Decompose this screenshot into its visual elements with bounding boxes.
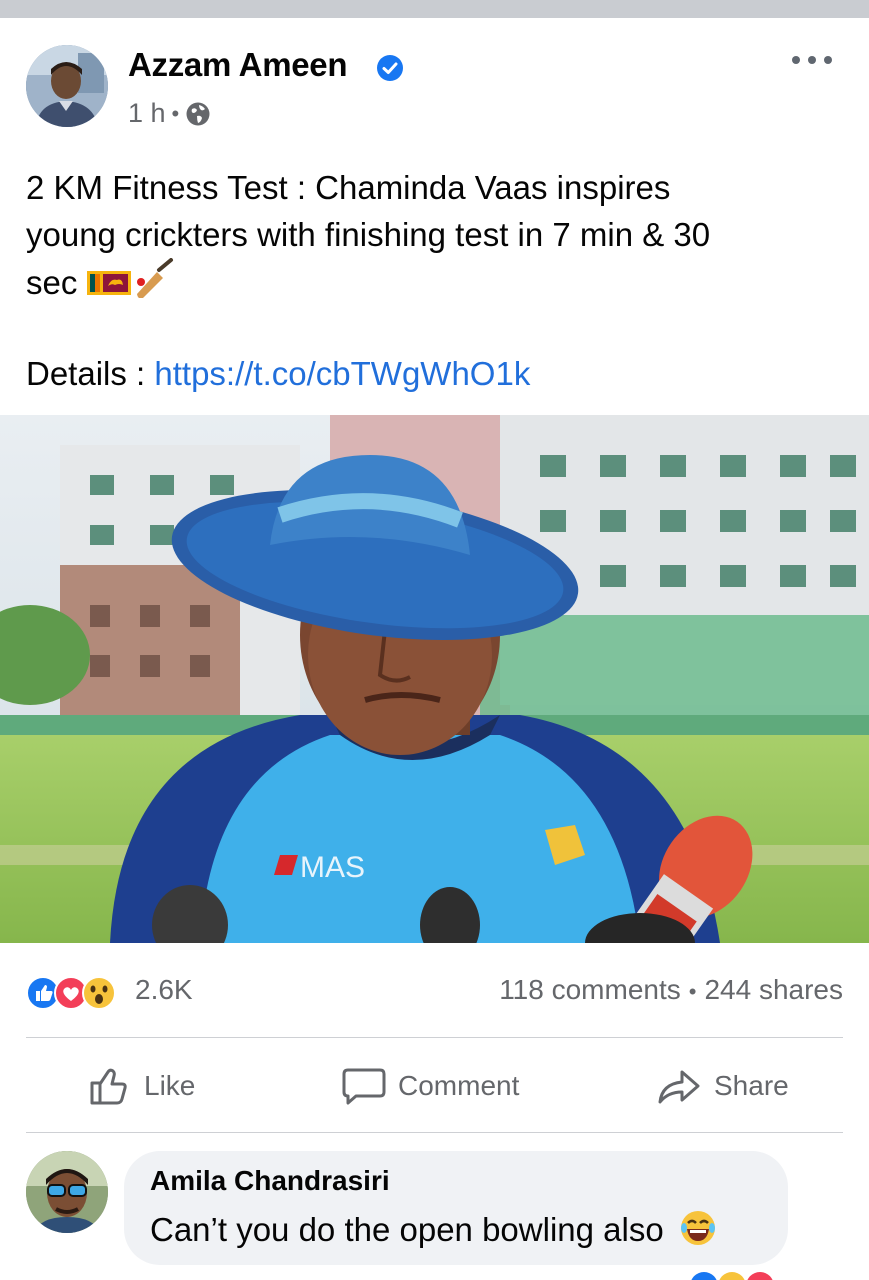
- divider-top: [26, 1037, 843, 1038]
- author-name[interactable]: Azzam Ameen: [128, 46, 348, 84]
- share-count[interactable]: 244 shares: [704, 974, 843, 1005]
- share-icon: [658, 1070, 700, 1104]
- comment-reaction-icons[interactable]: [688, 1270, 788, 1280]
- comment-bubble[interactable]: Amila Chandrasiri Can’t you do the open …: [124, 1151, 788, 1265]
- comment-text-body: Can’t you do the open bowling also: [150, 1211, 664, 1248]
- reaction-count[interactable]: 2.6K: [135, 974, 193, 1006]
- post-details: Details : https://t.co/cbTWgWhO1k: [26, 350, 530, 397]
- post-meta: 1 h •: [128, 98, 211, 129]
- shirt-logo-text: MAS: [300, 851, 365, 884]
- sri-lanka-flag-icon: [86, 271, 131, 295]
- action-row: Like Comment Share: [0, 1040, 869, 1132]
- post-text-line-3: sec: [26, 258, 846, 306]
- author-avatar[interactable]: [26, 45, 108, 127]
- wow-reaction-icon: [82, 976, 116, 1010]
- details-link[interactable]: https://t.co/cbTWgWhO1k: [154, 355, 530, 392]
- post-photo[interactable]: MAS: [0, 415, 869, 943]
- comment-button[interactable]: Comment: [342, 1064, 519, 1108]
- meta-separator: •: [171, 100, 180, 126]
- comment-text: Can’t you do the open bowling also: [150, 1209, 717, 1249]
- globe-icon[interactable]: [185, 101, 211, 127]
- post-text-line-1: 2 KM Fitness Test : Chaminda Vaas inspir…: [26, 169, 671, 206]
- counts-separator: •: [688, 979, 697, 1004]
- laughing-emoji-icon: [680, 1211, 715, 1245]
- comment-label: Comment: [398, 1070, 520, 1101]
- comment-share-counts: 118 comments • 244 shares: [499, 974, 843, 1006]
- share-button[interactable]: Share: [656, 1064, 789, 1108]
- top-separator-strip: [0, 0, 869, 18]
- like-button[interactable]: Like: [88, 1064, 195, 1108]
- cricket-bat-icon: [136, 258, 173, 298]
- comment-icon: [342, 1068, 386, 1105]
- post-text-line-2: young crickters with finishing test in 7…: [26, 216, 711, 253]
- post-text-line-3-text: sec: [26, 264, 78, 301]
- divider-bottom: [26, 1132, 843, 1133]
- reactions-bar: 2.6K 118 comments • 244 shares: [0, 962, 869, 1022]
- comment-item: Amila Chandrasiri Can’t you do the open …: [0, 1145, 869, 1280]
- commenter-name[interactable]: Amila Chandrasiri: [150, 1165, 390, 1197]
- post-header: Azzam Ameen 1 h •: [0, 18, 869, 148]
- commenter-avatar[interactable]: [26, 1151, 108, 1233]
- post-text: 2 KM Fitness Test : Chaminda Vaas inspir…: [26, 164, 846, 306]
- share-label: Share: [714, 1070, 789, 1101]
- post-time[interactable]: 1 h: [128, 98, 166, 129]
- more-options-icon[interactable]: [792, 48, 832, 72]
- details-label: Details :: [26, 355, 155, 392]
- like-icon: [90, 1068, 127, 1105]
- verified-badge-icon: [377, 55, 403, 81]
- comment-count[interactable]: 118 comments: [499, 974, 681, 1005]
- like-label: Like: [144, 1070, 196, 1101]
- reaction-icons[interactable]: [26, 976, 130, 1010]
